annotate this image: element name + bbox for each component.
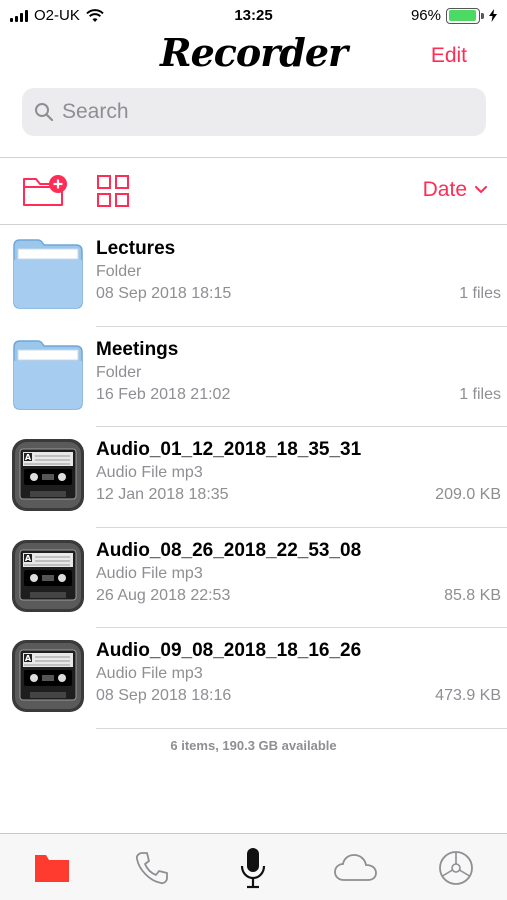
settings-icon [439, 851, 473, 885]
sort-by-date-button[interactable]: Date [423, 178, 487, 202]
file-type: Folder [96, 263, 142, 280]
search-input[interactable] [62, 100, 462, 124]
microphone-icon [240, 848, 266, 889]
list-item[interactable]: A Audio_01_12_2018_18_35_31 Audio File mp3… [0, 427, 507, 528]
search-bar[interactable] [22, 88, 486, 136]
file-size: 85.8 KB [444, 586, 501, 604]
battery-icon [446, 7, 484, 24]
header-divider [0, 157, 507, 158]
file-type: Folder [96, 363, 142, 381]
folder-thumbnail-icon [10, 236, 86, 312]
list-item[interactable]: Lectures Folder 08 Sep 2018 18:15 1 files [0, 226, 507, 327]
battery-percent: 96% [410, 7, 441, 24]
file-type: Audio File mp3 [96, 665, 203, 682]
folder-thumbnail-icon [10, 337, 86, 413]
storage-summary: 6 items, 190.3 GB available [170, 738, 337, 753]
tab-settings[interactable] [436, 848, 476, 888]
row-divider [96, 727, 507, 729]
tab-record[interactable] [233, 848, 273, 889]
cloud-icon [334, 854, 377, 881]
file-date: 12 Jan 2018 18:35 [96, 486, 229, 503]
status-right: 96% [411, 7, 497, 24]
file-size: 473.9 KB [435, 687, 501, 704]
cassette-icon: A [10, 638, 86, 714]
search-icon [35, 103, 54, 122]
svg-text:A: A [25, 453, 32, 462]
chevron-down-icon [475, 186, 487, 194]
charging-icon [489, 9, 497, 22]
status-bar: O2-UK 13:25 96% [0, 0, 507, 32]
file-name: Lectures [96, 238, 176, 259]
file-name: Audio_08_26_2018_22_53_08 [96, 539, 362, 561]
sort-label: Date [422, 178, 467, 201]
tab-bar [0, 833, 507, 900]
file-date: 08 Sep 2018 18:15 [96, 285, 232, 302]
toolbar-divider [0, 224, 507, 225]
file-list: Lectures Folder 08 Sep 2018 18:15 1 files Me… [0, 226, 507, 729]
svg-text:A: A [25, 554, 32, 563]
list-item[interactable]: A Audio_08_26_2018_22_53_08 Audio File mp3… [0, 528, 507, 628]
file-date: 26 Aug 2018 22:53 [96, 586, 231, 604]
list-item[interactable]: Meetings Folder 16 Feb 2018 21:02 1 files [0, 327, 507, 427]
svg-text:A: A [25, 654, 32, 663]
battery-fill [448, 10, 477, 21]
file-name: Meetings [96, 338, 179, 360]
file-date: 16 Feb 2018 21:02 [96, 385, 231, 403]
grid-icon [97, 175, 129, 207]
file-name: Audio_01_12_2018_18_35_31 [96, 439, 362, 460]
file-size: 209.0 KB [435, 486, 501, 503]
file-size: 1 files [459, 285, 501, 302]
new-folder-button[interactable] [22, 172, 70, 213]
cassette-icon: A [10, 538, 86, 614]
folder-icon [35, 855, 69, 882]
tab-files[interactable] [32, 848, 72, 888]
tab-cloud[interactable] [333, 848, 379, 888]
phone-icon [135, 852, 168, 885]
list-item[interactable]: A Audio_09_08_2018_18_16_26 Audio File mp3… [0, 628, 507, 729]
tab-calls[interactable] [132, 848, 172, 888]
file-size: 1 files [459, 385, 501, 403]
file-date: 08 Sep 2018 18:16 [96, 687, 232, 704]
file-type: Audio File mp3 [96, 564, 203, 582]
grid-view-button[interactable] [97, 175, 129, 212]
edit-button[interactable]: Edit [431, 44, 467, 68]
file-type: Audio File mp3 [96, 464, 203, 481]
new-folder-icon [23, 175, 67, 206]
cassette-icon: A [10, 437, 86, 513]
file-name: Audio_09_08_2018_18_16_26 [96, 640, 362, 661]
